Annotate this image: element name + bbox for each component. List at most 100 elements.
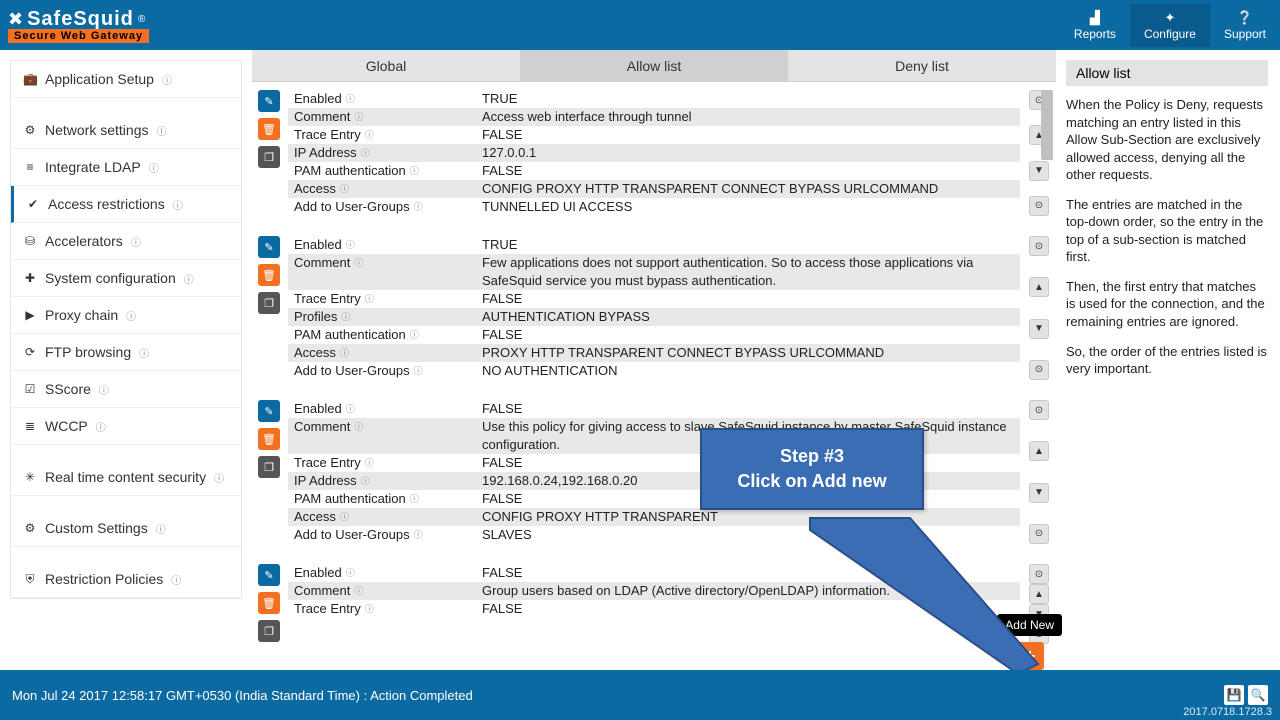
sidebar: 💼Application Setupⓘ ⚙ Network settings ⓘ ≡In… [0,50,252,670]
rule-actions: ✎ 🗑 ❐ [258,236,280,380]
info-icon: ⓘ [214,470,224,485]
edit-button[interactable]: ✎ [258,236,280,258]
save-button[interactable]: 💾 [1224,685,1244,705]
rule-row-label: IP Address ⓘ [288,472,476,490]
rule-row-label: PAM authentication ⓘ [288,490,476,508]
sidebar-item-wccp[interactable]: ≣WCCPⓘ [11,408,241,445]
info-icon: ⓘ [410,490,419,508]
info-icon: ⓘ [346,564,355,582]
help-text: The entries are matched in the top-down … [1066,196,1268,266]
top-bar: ✖ SafeSquid ® Secure Web Gateway ▟ Repor… [0,0,1280,50]
rule-row-label: Comment ⓘ [288,582,476,600]
sidebar-item-icon: ⛨ [23,572,37,587]
sidebar-item-label: SScore [45,381,91,397]
rule-rows: Enabled ⓘTRUEComment ⓘFew applications d… [288,236,1020,380]
help-text: So, the order of the entries listed is v… [1066,343,1268,378]
sidebar-item-label: Integrate LDAP [45,159,141,175]
rule-row: Profiles ⓘAUTHENTICATION BYPASS [288,308,1020,326]
delete-button[interactable]: 🗑 [258,592,280,614]
sidebar-item-network-settings[interactable]: ⚙ Network settings ⓘ [11,112,241,149]
sidebar-item-icon: ⚙ [23,123,37,137]
rule-actions: ✎ 🗑 ❐ [258,564,280,644]
sidebar-item-application-setup[interactable]: 💼Application Setupⓘ [11,61,241,98]
rule-entry: ✎ 🗑 ❐ Enabled ⓘTRUEComment ⓘFew application… [258,236,1050,380]
info-icon: ⓘ [139,345,149,360]
delete-button[interactable]: 🗑 [258,428,280,450]
rule-row: Access ⓘPROXY HTTP TRANSPARENT CONNECT B… [288,344,1020,362]
rule-row-label: Trace Entry ⓘ [288,454,476,472]
sidebar-item-restriction-policies[interactable]: ⛨Restriction Policiesⓘ [11,561,241,598]
clone-button[interactable]: ❐ [258,292,280,314]
info-icon: ⓘ [173,197,183,212]
tab-allow-list[interactable]: Allow list [520,50,788,81]
rule-row-value: FALSE [476,126,1020,144]
info-icon: ⓘ [410,162,419,180]
nav-reports[interactable]: ▟ Reports [1060,4,1130,47]
help-panel: Allow list When the Policy is Deny, requ… [1056,50,1278,670]
sidebar-item-access-restrictions[interactable]: ✔ Access restrictions ⓘ [11,186,241,223]
rule-row-label: PAM authentication ⓘ [288,326,476,344]
sidebar-item-label: WCCP [45,418,88,434]
info-icon: ⓘ [171,572,181,587]
rule-row: Trace Entry ⓘFALSE [288,290,1020,308]
search-button[interactable]: 🔍 [1248,685,1268,705]
edit-button[interactable]: ✎ [258,564,280,586]
rule-row-label: Enabled ⓘ [288,400,476,418]
edit-button[interactable]: ✎ [258,400,280,422]
info-icon: ⓘ [162,72,172,87]
sidebar-item-icon: ✳ [23,470,37,484]
sidebar-item-icon: ✔ [26,197,40,211]
delete-button[interactable]: 🗑 [258,264,280,286]
sidebar-item-system-configuration[interactable]: ✚System configurationⓘ [11,260,241,297]
info-icon: ⓘ [346,90,355,108]
rule-row-label: Access ⓘ [288,180,476,198]
sidebar-item-label: Real time content security [45,469,206,485]
rule-row-label: Comment ⓘ [288,254,476,272]
rule-row-label: Access ⓘ [288,508,476,526]
nav-label: Support [1224,27,1266,41]
sidebar-item-real-time-content-security[interactable]: ✳ Real time content security ⓘ [11,459,241,496]
sidebar-item-accelerators[interactable]: ⛁Acceleratorsⓘ [11,223,241,260]
callout-arrow-icon [810,518,1060,688]
tab-deny-list[interactable]: Deny list [788,50,1056,81]
info-icon: ⓘ [131,234,141,249]
info-icon: ⓘ [365,600,374,618]
rule-row-label: PAM authentication ⓘ [288,162,476,180]
info-icon: ⓘ [354,582,363,600]
sidebar-item-label: Accelerators [45,233,123,249]
sidebar-item-integrate-ldap[interactable]: ≡Integrate LDAPⓘ [11,149,241,186]
nav-label: Reports [1074,27,1116,41]
tab-global[interactable]: Global [252,50,520,81]
brand-reg: ® [138,14,145,25]
brand: ✖ SafeSquid ® Secure Web Gateway [0,4,157,47]
nav-support[interactable]: ❔ Support [1210,4,1280,47]
sidebar-item-ftp-browsing[interactable]: ⟳FTP browsingⓘ [11,334,241,371]
info-icon: ⓘ [414,526,423,544]
info-icon: ⓘ [184,271,194,286]
sidebar-item-label: Network settings [45,122,148,138]
clone-button[interactable]: ❐ [258,146,280,168]
callout-line1: Step #3 [712,444,912,469]
info-icon: ⓘ [414,362,423,380]
sidebar-item-icon: ✚ [23,271,37,285]
rule-row-label: Enabled ⓘ [288,564,476,582]
sidebar-item-label: Access restrictions [48,196,165,212]
delete-button[interactable]: 🗑 [258,118,280,140]
info-icon: ⓘ [340,344,349,362]
info-icon: ⓘ [156,123,166,138]
clone-button[interactable]: ❐ [258,456,280,478]
sidebar-item-label: Custom Settings [45,520,148,536]
rule-row: Comment ⓘAccess web interface through tu… [288,108,1020,126]
top-nav: ▟ Reports ✦ Configure ❔ Support [1060,4,1280,47]
sidebar-item-sscore[interactable]: ☑SScoreⓘ [11,371,241,408]
nav-configure[interactable]: ✦ Configure [1130,4,1210,47]
scrollbar-thumb[interactable] [1041,90,1053,160]
brand-logo-icon: ✖ [8,9,23,30]
chart-icon: ▟ [1074,10,1116,26]
edit-button[interactable]: ✎ [258,90,280,112]
sidebar-item-icon: 💼 [23,72,37,86]
sidebar-item-custom-settings[interactable]: ⚙Custom Settingsⓘ [11,510,241,547]
info-icon: ⓘ [414,198,423,216]
sidebar-item-proxy-chain[interactable]: ▶Proxy chainⓘ [11,297,241,334]
clone-button[interactable]: ❐ [258,620,280,642]
